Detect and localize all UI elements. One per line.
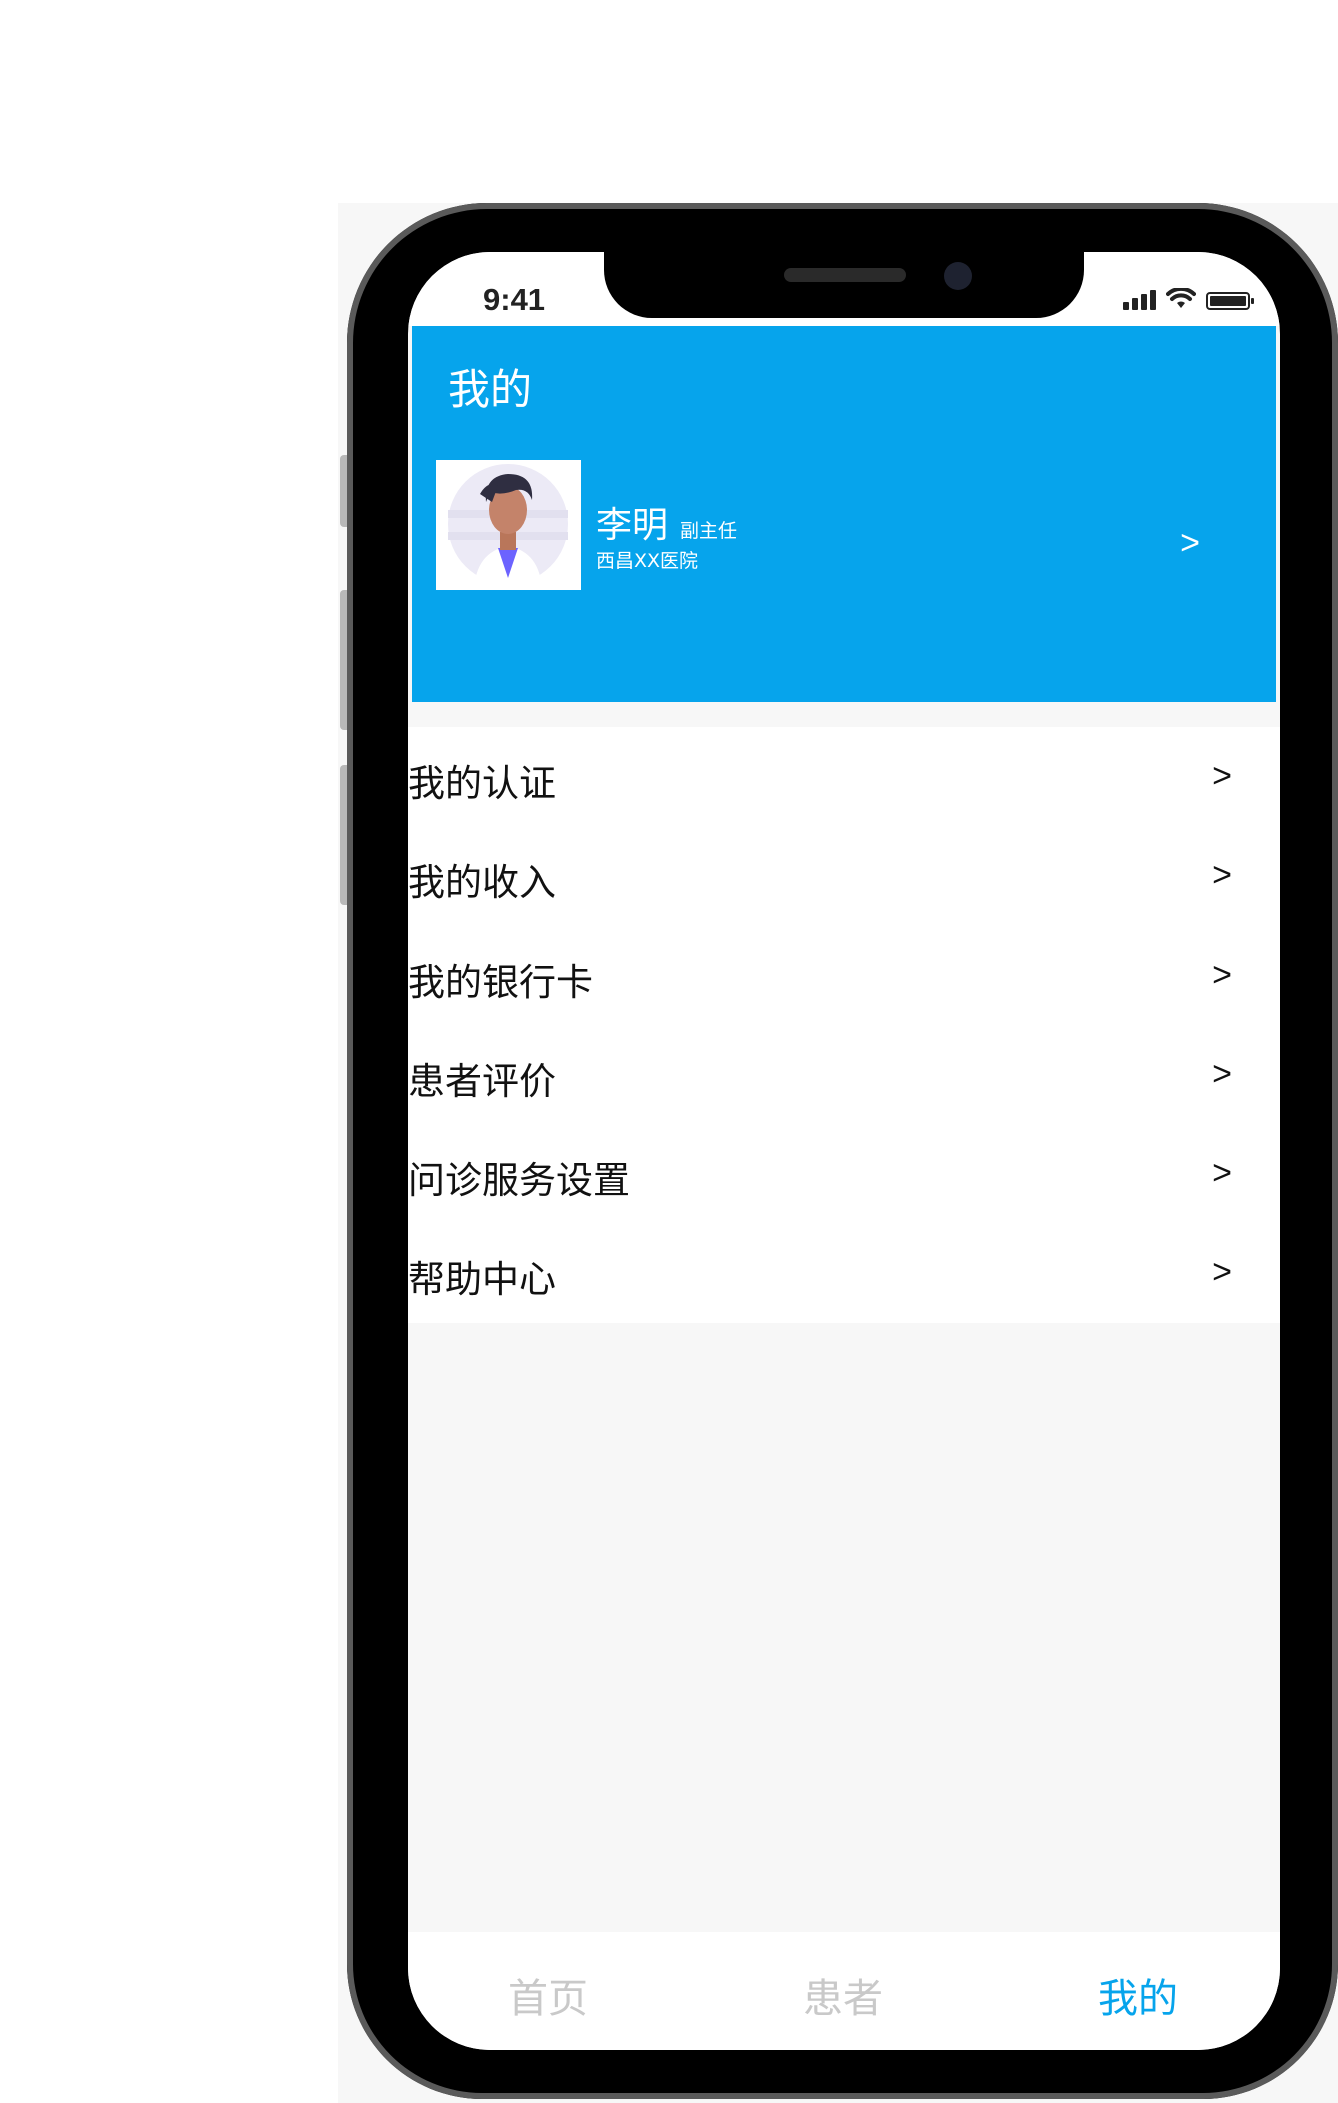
profile-header: 我的 李明 副主任 西昌XX医院 >: [412, 326, 1276, 702]
chevron-right-icon: >: [1212, 856, 1232, 895]
menu-item-patient-reviews[interactable]: 患者评价 >: [408, 1025, 1280, 1124]
chevron-right-icon: >: [1212, 757, 1232, 795]
wifi-icon: [1166, 288, 1196, 308]
status-icons: [1123, 288, 1254, 310]
menu-item-label: 我的认证: [408, 762, 556, 805]
menu-item-income[interactable]: 我的收入 >: [408, 826, 1280, 925]
doctor-name: 李明: [596, 505, 669, 546]
notch: [604, 252, 1084, 318]
signal-icon: [1123, 290, 1156, 310]
menu-item-label: 我的收入: [408, 861, 556, 905]
status-time: 9:41: [483, 282, 546, 317]
menu-item-label: 患者评价: [408, 1059, 556, 1103]
doctor-avatar[interactable]: [436, 460, 581, 590]
profile-arrow-icon[interactable]: >: [1180, 524, 1200, 563]
doctor-title: 副主任: [680, 520, 738, 542]
tab-mine[interactable]: 我的: [1098, 1966, 1178, 2024]
tab-home[interactable]: 首页: [508, 1966, 588, 2024]
tab-patients[interactable]: 患者: [803, 1966, 883, 2024]
menu-item-label: 问诊服务设置: [408, 1159, 630, 1203]
page-title: 我的: [448, 365, 533, 414]
status-bar: 9:41: [408, 252, 1280, 326]
speaker-grille: [784, 268, 906, 282]
chevron-right-icon: >: [1212, 955, 1232, 994]
menu-item-certification[interactable]: 我的认证 >: [408, 727, 1280, 826]
menu-item-help-center[interactable]: 帮助中心 >: [408, 1223, 1280, 1322]
menu-item-consultation-settings[interactable]: 问诊服务设置 >: [408, 1124, 1280, 1223]
doctor-hospital: 西昌XX医院: [596, 550, 699, 572]
bottom-tab-bar: 首页 患者 我的: [408, 1932, 1280, 2050]
chevron-right-icon: >: [1212, 1253, 1232, 1292]
chevron-right-icon: >: [1212, 1154, 1232, 1193]
menu-item-label: 帮助中心: [408, 1258, 556, 1302]
doctor-avatar-image: [448, 464, 568, 590]
phone-screen: 9:41 我的 李明 副主任 西昌XX医院 > 我的认证 > 我的收入 > 我的…: [408, 252, 1280, 2050]
front-camera: [944, 262, 972, 290]
doctor-name-row: 李明 副主任: [596, 496, 737, 548]
battery-icon: [1206, 292, 1254, 310]
menu-item-label: 我的银行卡: [408, 960, 593, 1004]
menu-item-bank-card[interactable]: 我的银行卡 >: [408, 926, 1280, 1025]
settings-menu: 我的认证 > 我的收入 > 我的银行卡 > 患者评价 > 问诊服务设置 > 帮助…: [408, 727, 1280, 1323]
chevron-right-icon: >: [1212, 1054, 1232, 1093]
